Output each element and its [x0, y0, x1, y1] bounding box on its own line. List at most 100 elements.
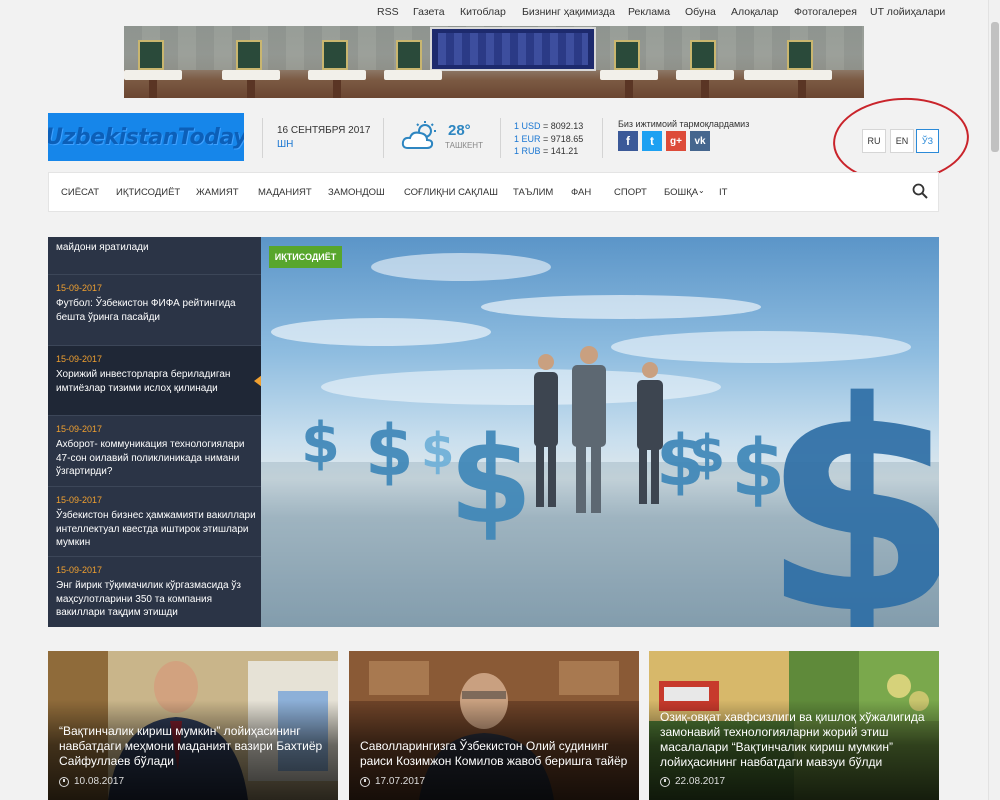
banner-table: [701, 80, 709, 98]
svg-text:$: $: [449, 412, 533, 551]
top-link-rss[interactable]: RSS: [377, 6, 399, 18]
nav-item-it[interactable]: IT: [719, 187, 727, 198]
card-date-text: 22.08.2017: [675, 776, 726, 787]
nav-item-contemporary[interactable]: ЗАМОНДОШ: [328, 187, 385, 198]
top-link-newspaper[interactable]: Газета: [413, 6, 445, 18]
top-link-about[interactable]: Бизнинг ҳақимизда: [522, 6, 615, 18]
rate-currency: 1 USD: [514, 121, 541, 131]
card-title[interactable]: Озиқ-овқат хавфсизлиги ва қишлоқ хўжалиг…: [660, 710, 932, 770]
banner-book: [396, 40, 422, 70]
list-item[interactable]: майдони яратилади: [48, 237, 261, 275]
nav-item-health[interactable]: СОҒЛИҚНИ САҚЛАШ: [404, 187, 498, 198]
nav-item-education[interactable]: ТАЪЛИМ: [513, 187, 553, 198]
exchange-rates: 1 USD = 8092.13 1 EUR = 9718.65 1 RUB = …: [514, 120, 583, 158]
social-title: Биз ижтимоий тармоқлардамиз: [618, 119, 750, 129]
scrollbar-thumb[interactable]: [991, 22, 999, 152]
banner-stand: [774, 70, 832, 80]
hero-image[interactable]: $ $ $ $ $ $ $ $: [261, 237, 939, 627]
header-divider: [500, 118, 501, 158]
news-title: Ўзбекистон бизнес ҳамжамияти вакиллари и…: [56, 510, 256, 548]
banner-screen: [430, 27, 596, 71]
list-item[interactable]: 15-09-2017 Ахборот- коммуникация техноло…: [48, 416, 261, 487]
weather-city: ТАШКЕНТ: [445, 141, 483, 150]
top-links-bar: RSS Газета Китоблар Бизнинг ҳақимизда Ре…: [0, 0, 1000, 26]
banner-stand: [222, 70, 280, 80]
news-card[interactable]: Озиқ-овқат хавфсизлиги ва қишлоқ хўжалиг…: [649, 651, 939, 800]
nav-item-society[interactable]: ЖАМИЯТ: [196, 187, 239, 198]
banner-table: [798, 80, 806, 98]
card-title[interactable]: Саволларингизга Ўзбекистон Олий судининг…: [360, 739, 632, 769]
news-date: 15-09-2017: [56, 354, 103, 364]
news-title: Ахборот- коммуникация технологиялари 47-…: [56, 439, 245, 477]
top-link-ads[interactable]: Реклама: [628, 6, 670, 18]
news-date: 15-09-2017: [56, 283, 103, 293]
banner-table: [149, 80, 157, 98]
banner-table: [247, 80, 255, 98]
news-title: майдони яратилади: [56, 242, 149, 253]
banner-book: [138, 40, 164, 70]
banner-book: [690, 40, 716, 70]
nav-item-science[interactable]: ФАН: [571, 187, 591, 198]
card-date-text: 17.07.2017: [375, 776, 426, 787]
category-tag[interactable]: ИҚТИСОДИЁТ: [269, 246, 342, 268]
current-date: 16 СЕНТЯБРЯ 2017: [277, 125, 371, 136]
news-card[interactable]: “Вақтинчалик кириш мумкин” лойиҳасининг …: [48, 651, 338, 800]
nav-item-culture[interactable]: МАДАНИЯТ: [258, 187, 312, 198]
top-banner[interactable]: [124, 26, 864, 98]
nav-item-economy[interactable]: ИҚТИСОДИЁТ: [116, 187, 180, 198]
scrollbar[interactable]: [988, 0, 1000, 800]
svg-text:$: $: [365, 410, 414, 492]
list-item[interactable]: 15-09-2017 Хорижий инвесторларга берилад…: [48, 346, 261, 416]
temperature: 28°: [448, 122, 471, 139]
top-link-books[interactable]: Китоблар: [460, 6, 506, 18]
nav-item-other[interactable]: БОШҚА: [664, 187, 698, 198]
hero-illustration: $ $ $ $ $ $ $ $: [261, 253, 939, 627]
news-title: Футбол: Ўзбекистон ФИФА рейтингида бешта…: [56, 298, 236, 323]
news-title: Хорижий инвесторларга бериладиган имтиёз…: [56, 369, 231, 394]
site-logo[interactable]: UzbekistanToday: [48, 113, 244, 161]
banner-book: [322, 40, 348, 70]
banner-stand: [600, 70, 658, 80]
list-item[interactable]: 15-09-2017 Энг йирик тўқимачилик кўргазм…: [48, 557, 261, 627]
news-date: 15-09-2017: [56, 565, 103, 575]
nav-item-politics[interactable]: СИЁСАТ: [61, 187, 99, 198]
svg-text:$: $: [689, 425, 725, 485]
banner-stand: [124, 70, 182, 80]
facebook-icon[interactable]: f: [618, 131, 638, 151]
twitter-icon[interactable]: t: [642, 131, 662, 151]
current-day: ШН: [277, 139, 294, 150]
news-list: майдони яратилади 15-09-2017 Футбол: Ўзб…: [48, 237, 261, 627]
rate-value: = 8092.13: [540, 121, 584, 131]
news-date: 15-09-2017: [56, 495, 103, 505]
top-link-projects[interactable]: UT лойиҳалари: [870, 6, 945, 18]
partly-cloudy-icon: [401, 121, 436, 149]
list-item[interactable]: 15-09-2017 Футбол: Ўзбекистон ФИФА рейти…: [48, 275, 261, 346]
card-date: 17.07.2017: [360, 776, 425, 787]
news-date: 15-09-2017: [56, 424, 103, 434]
rate-eur: 1 EUR = 9718.65: [514, 133, 583, 146]
top-link-contacts[interactable]: Алоқалар: [731, 6, 778, 18]
clock-icon: [660, 776, 670, 787]
banner-book: [614, 40, 640, 70]
rate-currency: 1 RUB: [514, 146, 541, 156]
card-date: 10.08.2017: [59, 776, 124, 787]
svg-text:$: $: [761, 341, 939, 627]
news-card[interactable]: Саволларингизга Ўзбекистон Олий судининг…: [349, 651, 639, 800]
nav-item-sport[interactable]: СПОРТ: [614, 187, 647, 198]
rate-usd: 1 USD = 8092.13: [514, 120, 583, 133]
card-title[interactable]: “Вақтинчалик кириш мумкин” лойиҳасининг …: [59, 724, 331, 769]
banner-stand: [308, 70, 366, 80]
top-link-gallery[interactable]: Фотогалерея: [794, 6, 857, 18]
chevron-down-icon: ⌄: [698, 186, 705, 195]
banner-stand: [384, 70, 442, 80]
top-link-subscribe[interactable]: Обуна: [685, 6, 716, 18]
banner-table: [625, 80, 633, 98]
search-icon[interactable]: [912, 183, 928, 199]
list-item[interactable]: 15-09-2017 Ўзбекистон бизнес ҳамжамияти …: [48, 487, 261, 557]
google-plus-icon[interactable]: g+: [666, 131, 686, 151]
banner-stand: [676, 70, 734, 80]
rate-value: = 141.21: [540, 146, 579, 156]
header-divider: [383, 118, 384, 158]
vk-icon[interactable]: vk: [690, 131, 710, 151]
header-divider: [602, 118, 603, 158]
